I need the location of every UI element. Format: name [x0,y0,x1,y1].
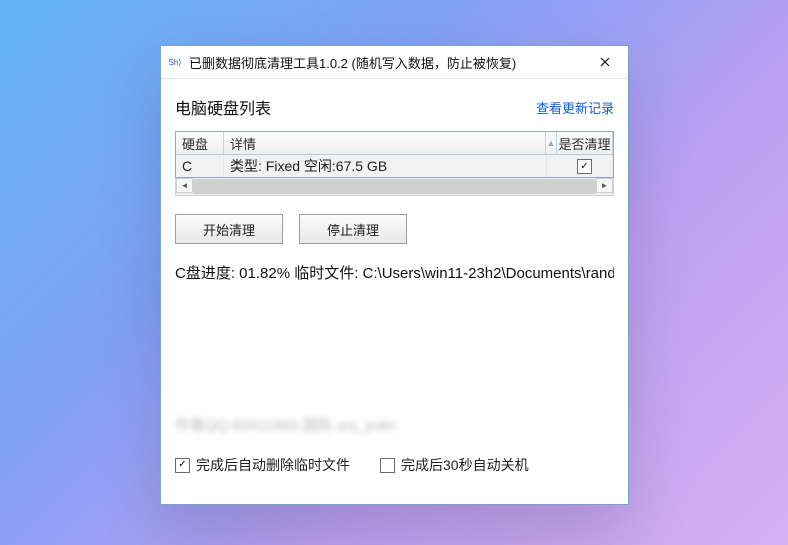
clean-checkbox[interactable]: ✓ [577,159,592,174]
desktop-background: Sh⟩ 已删数据彻底清理工具1.0.2 (随机写入数据，防止被恢复) 电脑硬盘列… [0,0,788,545]
horizontal-scrollbar[interactable]: ◄ ► [175,178,614,196]
auto-delete-temp-label: 完成后自动删除临时文件 [196,455,350,475]
disk-cell: C [176,155,224,177]
app-icon: Sh⟩ [167,54,183,70]
stop-clean-button[interactable]: 停止清理 [299,214,407,244]
view-updates-link[interactable]: 查看更新记录 [536,98,614,117]
app-window: Sh⟩ 已删数据彻底清理工具1.0.2 (随机写入数据，防止被恢复) 电脑硬盘列… [160,45,629,505]
button-row: 开始清理 停止清理 [175,214,614,244]
options-row: ✓ 完成后自动删除临时文件 完成后30秒自动关机 [175,455,529,475]
disk-grid: 硬盘 详情 ▲ 是否清理 C 类型: Fixed 空闲:67.5 GB ✓ [175,131,614,178]
content-area: 电脑硬盘列表 查看更新记录 硬盘 详情 ▲ 是否清理 C 类型: Fixed 空… [161,79,628,505]
author-info-blurred: 作者QQ:83411993 国际 unj_yukn [175,414,397,435]
close-icon [600,57,610,67]
titlebar[interactable]: Sh⟩ 已删数据彻底清理工具1.0.2 (随机写入数据，防止被恢复) [161,46,628,79]
col-detail-header[interactable]: 详情 [224,132,546,154]
start-clean-button[interactable]: 开始清理 [175,214,283,244]
auto-shutdown-checkbox[interactable]: 完成后30秒自动关机 [380,455,529,475]
col-disk-header[interactable]: 硬盘 [176,132,224,154]
scroll-thumb[interactable] [193,179,596,194]
detail-cell: 类型: Fixed 空闲:67.5 GB [224,155,547,177]
auto-shutdown-label: 完成后30秒自动关机 [401,455,529,475]
window-title: 已删数据彻底清理工具1.0.2 (随机写入数据，防止被恢复) [189,53,582,72]
header-row: 电脑硬盘列表 查看更新记录 [175,89,614,125]
disk-list-title: 电脑硬盘列表 [175,95,536,119]
auto-delete-temp-checkbox[interactable]: ✓ 完成后自动删除临时文件 [175,455,350,475]
scroll-left-icon[interactable]: ◄ [176,178,193,193]
table-row[interactable]: C 类型: Fixed 空闲:67.5 GB ✓ [176,155,613,177]
checkbox-icon: ✓ [175,458,190,473]
close-button[interactable] [582,46,628,78]
grid-header: 硬盘 详情 ▲ 是否清理 [176,132,613,155]
checkbox-icon [380,458,395,473]
clean-cell[interactable]: ✓ [557,155,613,177]
scroll-right-icon[interactable]: ► [596,178,613,193]
header-splitter[interactable]: ▲ [546,132,557,154]
progress-status: C盘进度: 01.82% 临时文件: C:\Users\win11-23h2\D… [175,262,614,283]
col-clean-header[interactable]: 是否清理 [557,132,613,154]
